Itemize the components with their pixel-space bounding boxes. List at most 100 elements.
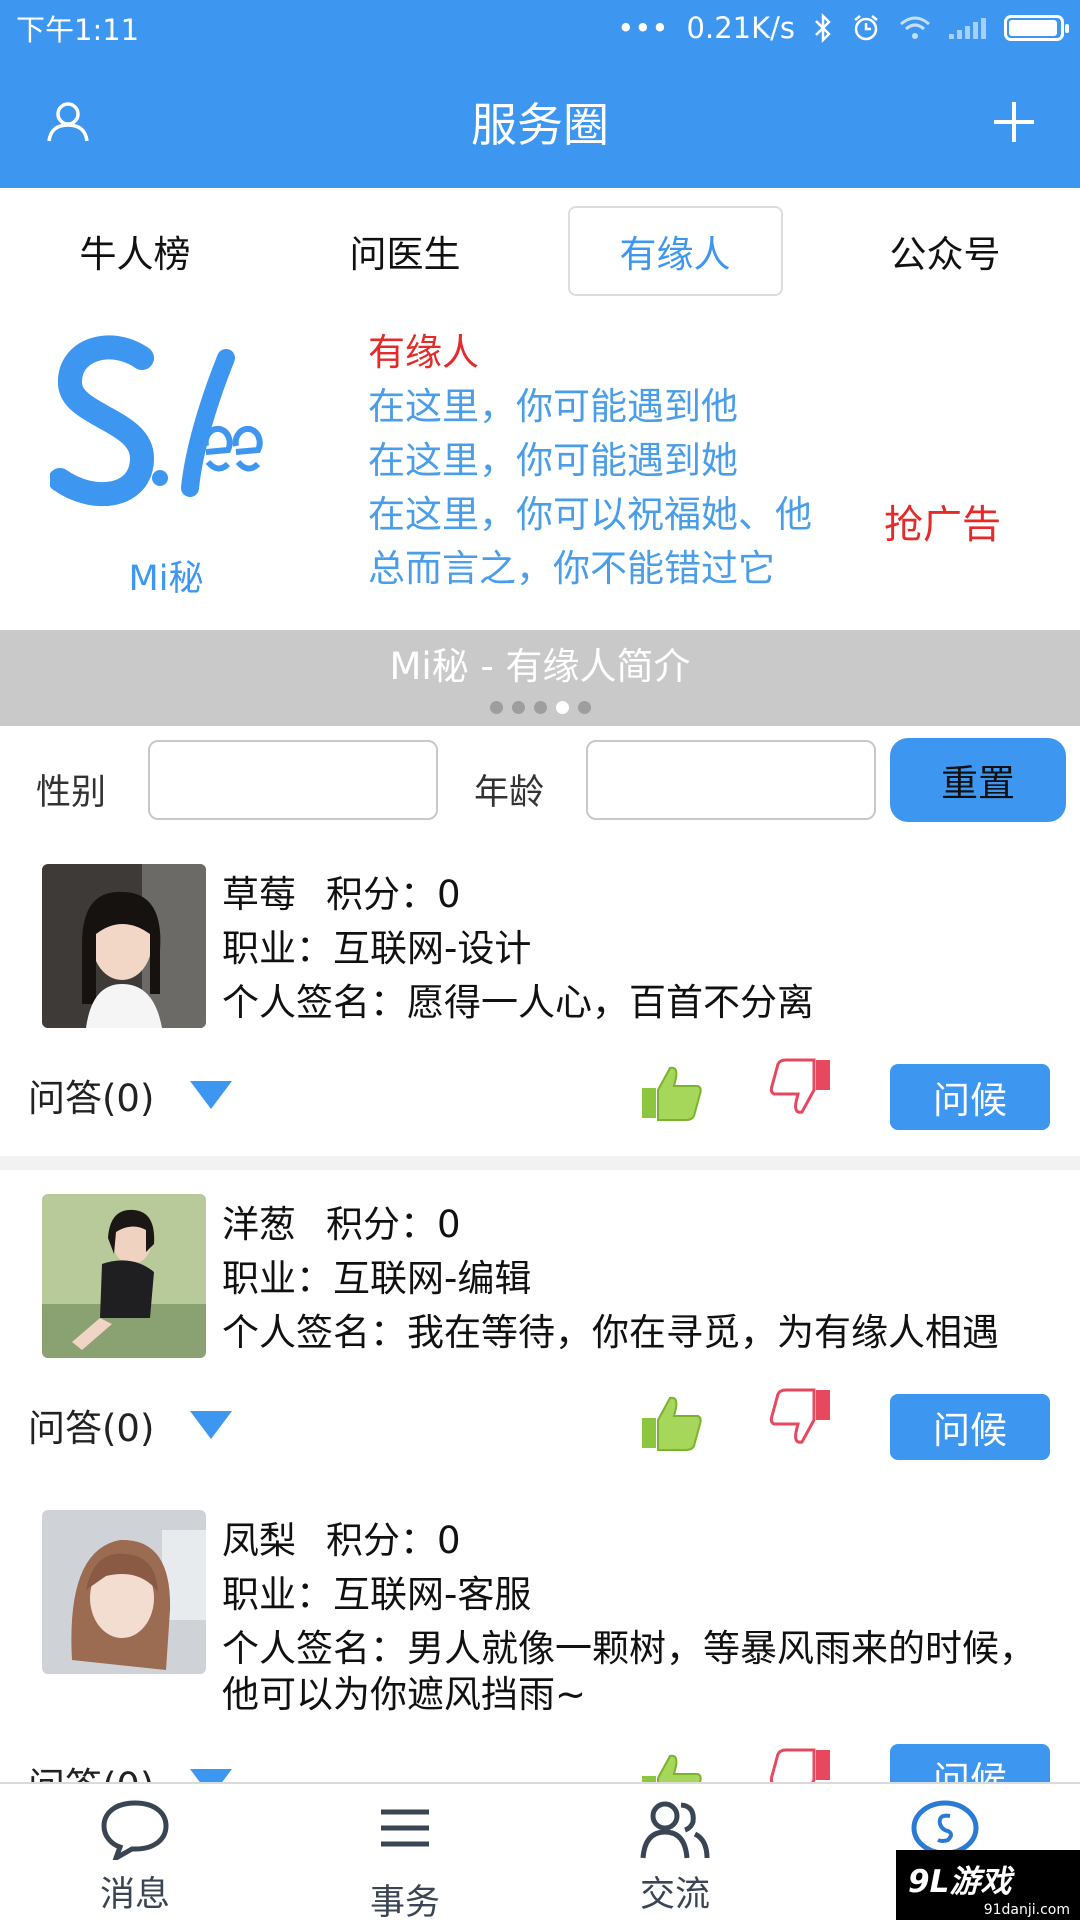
qa-count: 问答(0) [28, 1077, 155, 1120]
carousel-dot[interactable] [511, 701, 525, 714]
nav-label: 交流 [639, 1875, 710, 1915]
banner-caption: Mi秘 - 有缘人简介 [389, 645, 691, 688]
qa-count: 问答(0) [28, 1407, 155, 1450]
greet-button[interactable]: 问候 [890, 1064, 1050, 1130]
person-info: 洋葱 积分：0 职业：互联网-编辑 个人签名：我在等待，你在寻觅，为有缘人相遇 [222, 1198, 1058, 1360]
age-label: 年龄 [474, 773, 545, 813]
tab-expert-rank[interactable]: 牛人榜 [0, 188, 270, 314]
watermark-url: 91danji.com [983, 1902, 1070, 1918]
nav-messages[interactable]: 消息 [0, 1784, 270, 1920]
person-card: 洋葱 积分：0 职业：互联网-编辑 个人签名：我在等待，你在寻觅，为有缘人相遇 问… [0, 1170, 1080, 1486]
status-time: 下午1:11 [16, 13, 140, 47]
tab-label: 有缘人 [567, 206, 783, 296]
tab-destined-people[interactable]: 有缘人 [540, 188, 810, 314]
name-row: 洋葱 积分：0 [222, 1198, 1058, 1252]
person-score: 积分：0 [326, 873, 461, 916]
person-score: 积分：0 [326, 1519, 461, 1562]
banner-caption-bar: Mi秘 - 有缘人简介 [0, 630, 1080, 726]
name-row: 草莓 积分：0 [222, 868, 1058, 922]
page-title: 服务圈 [471, 98, 609, 152]
tab-label: 问医生 [349, 233, 461, 276]
wifi-icon [900, 16, 930, 39]
dropdown-triangle-icon [190, 1081, 233, 1109]
avatar[interactable] [42, 1510, 206, 1674]
network-speed: 0.21K/s [686, 11, 795, 45]
tab-bar: 牛人榜 问医生 有缘人 公众号 [0, 188, 1080, 314]
gender-input[interactable] [148, 740, 438, 820]
carousel-dot[interactable] [489, 701, 503, 714]
tab-label: 牛人榜 [79, 233, 191, 276]
thumbs-down-icon[interactable] [768, 1388, 832, 1448]
signal-icon [949, 17, 986, 39]
tab-ask-doctor[interactable]: 问医生 [270, 188, 540, 314]
menu-list-icon [381, 1809, 429, 1847]
chat-bubble-icon [101, 1800, 169, 1860]
status-icons: ••• 0.21K/s [617, 11, 1069, 45]
qa-toggle[interactable]: 问答(0) [28, 1068, 233, 1122]
thumbs-up-icon[interactable] [640, 1062, 704, 1122]
grab-ad-link[interactable]: 抢广告 [884, 494, 1001, 550]
person-signature: 个人签名：男人就像一颗树，等暴风雨来的时候，他可以为你遮风挡雨~ [222, 1627, 1036, 1716]
more-dots-icon: ••• [617, 11, 669, 45]
reset-button[interactable]: 重置 [890, 738, 1066, 822]
add-button[interactable] [978, 86, 1050, 158]
thumbs-down-icon[interactable] [768, 1748, 832, 1782]
site-watermark: 9L游戏 91danji.com [896, 1850, 1080, 1920]
person-signature: 个人签名：我在等待，你在寻觅，为有缘人相遇 [222, 1311, 999, 1354]
avatar[interactable] [42, 864, 206, 1028]
person-info: 凤梨 积分：0 职业：互联网-客服 个人签名：男人就像一颗树，等暴风雨来的时候，他… [222, 1514, 1058, 1718]
name-row: 凤梨 积分：0 [222, 1514, 1058, 1568]
tab-public-account[interactable]: 公众号 [810, 188, 1080, 314]
person-score: 积分：0 [326, 1203, 461, 1246]
users-icon [640, 1801, 710, 1859]
alarm-icon [854, 15, 878, 41]
profile-button[interactable] [32, 86, 104, 158]
person-card: 草莓 积分：0 职业：互联网-设计 个人签名：愿得一人心，百首不分离 问答(0) … [0, 840, 1080, 1156]
person-card: 凤梨 积分：0 职业：互联网-客服 个人签名：男人就像一颗树，等暴风雨来的时候，他… [0, 1486, 1080, 1782]
watermark-logo: 9L游戏 [908, 1864, 1012, 1900]
nav-affairs[interactable]: 事务 [270, 1784, 540, 1920]
banner-text: 有缘人 在这里，你可能遇到他 在这里，你可能遇到她 在这里，你可以祝福她、他 总… [368, 326, 812, 596]
carousel-dots [0, 701, 1080, 714]
user-icon [47, 102, 89, 142]
logo-subtitle: Mi秘 [128, 559, 204, 599]
person-job: 职业：互联网-客服 [222, 1573, 532, 1616]
dropdown-triangle-icon [190, 1411, 233, 1439]
thumbs-up-icon[interactable] [640, 1750, 704, 1782]
person-name: 洋葱 [222, 1203, 296, 1246]
greet-button[interactable]: 问候 [890, 1744, 1050, 1782]
person-job: 职业：互联网-设计 [222, 927, 532, 970]
carousel-dot[interactable] [533, 701, 547, 714]
thumbs-down-icon[interactable] [768, 1058, 832, 1118]
people-list: 草莓 积分：0 职业：互联网-设计 个人签名：愿得一人心，百首不分离 问答(0) … [0, 840, 1080, 1782]
banner-line: 在这里，你可能遇到他 [368, 385, 738, 428]
thumbs-up-icon[interactable] [640, 1392, 704, 1452]
carousel-dot[interactable] [577, 701, 591, 714]
banner-line: 在这里，你可能遇到她 [368, 439, 738, 482]
banner[interactable]: Mi秘 有缘人 在这里，你可能遇到他 在这里，你可能遇到她 在这里，你可以祝福她… [0, 314, 1080, 630]
carousel-dot[interactable] [555, 701, 569, 714]
person-name: 草莓 [222, 873, 296, 916]
qa-count: 问答(0) [28, 1756, 154, 1782]
screen: 下午1:11 ••• 0.21K/s 服务圈 牛人榜 问医生 有缘人 公众号 M… [0, 0, 1080, 1920]
app-header: 服务圈 [0, 56, 1080, 188]
tab-label: 公众号 [889, 233, 1001, 276]
nav-label: 消息 [99, 1875, 170, 1915]
person-job: 职业：互联网-编辑 [222, 1257, 532, 1300]
qa-toggle[interactable]: 问答(0) [28, 1398, 233, 1452]
qa-toggle[interactable]: 问答(0) [28, 1756, 233, 1782]
filter-bar: 性别 年龄 重置 [0, 726, 1080, 840]
battery-icon [1004, 15, 1069, 41]
person-info: 草莓 积分：0 职业：互联网-设计 个人签名：愿得一人心，百首不分离 [222, 868, 1058, 1030]
age-input[interactable] [586, 740, 876, 820]
gender-label: 性别 [36, 773, 107, 813]
nav-exchange[interactable]: 交流 [540, 1784, 810, 1920]
person-name: 凤梨 [222, 1519, 296, 1562]
plus-icon [994, 102, 1034, 142]
battery-fill [1009, 20, 1057, 36]
banner-line: 总而言之，你不能错过它 [368, 547, 775, 590]
dropdown-triangle-icon [190, 1769, 233, 1782]
avatar[interactable] [42, 1194, 206, 1358]
person-signature: 个人签名：愿得一人心，百首不分离 [222, 981, 814, 1024]
greet-button[interactable]: 问候 [890, 1394, 1050, 1460]
